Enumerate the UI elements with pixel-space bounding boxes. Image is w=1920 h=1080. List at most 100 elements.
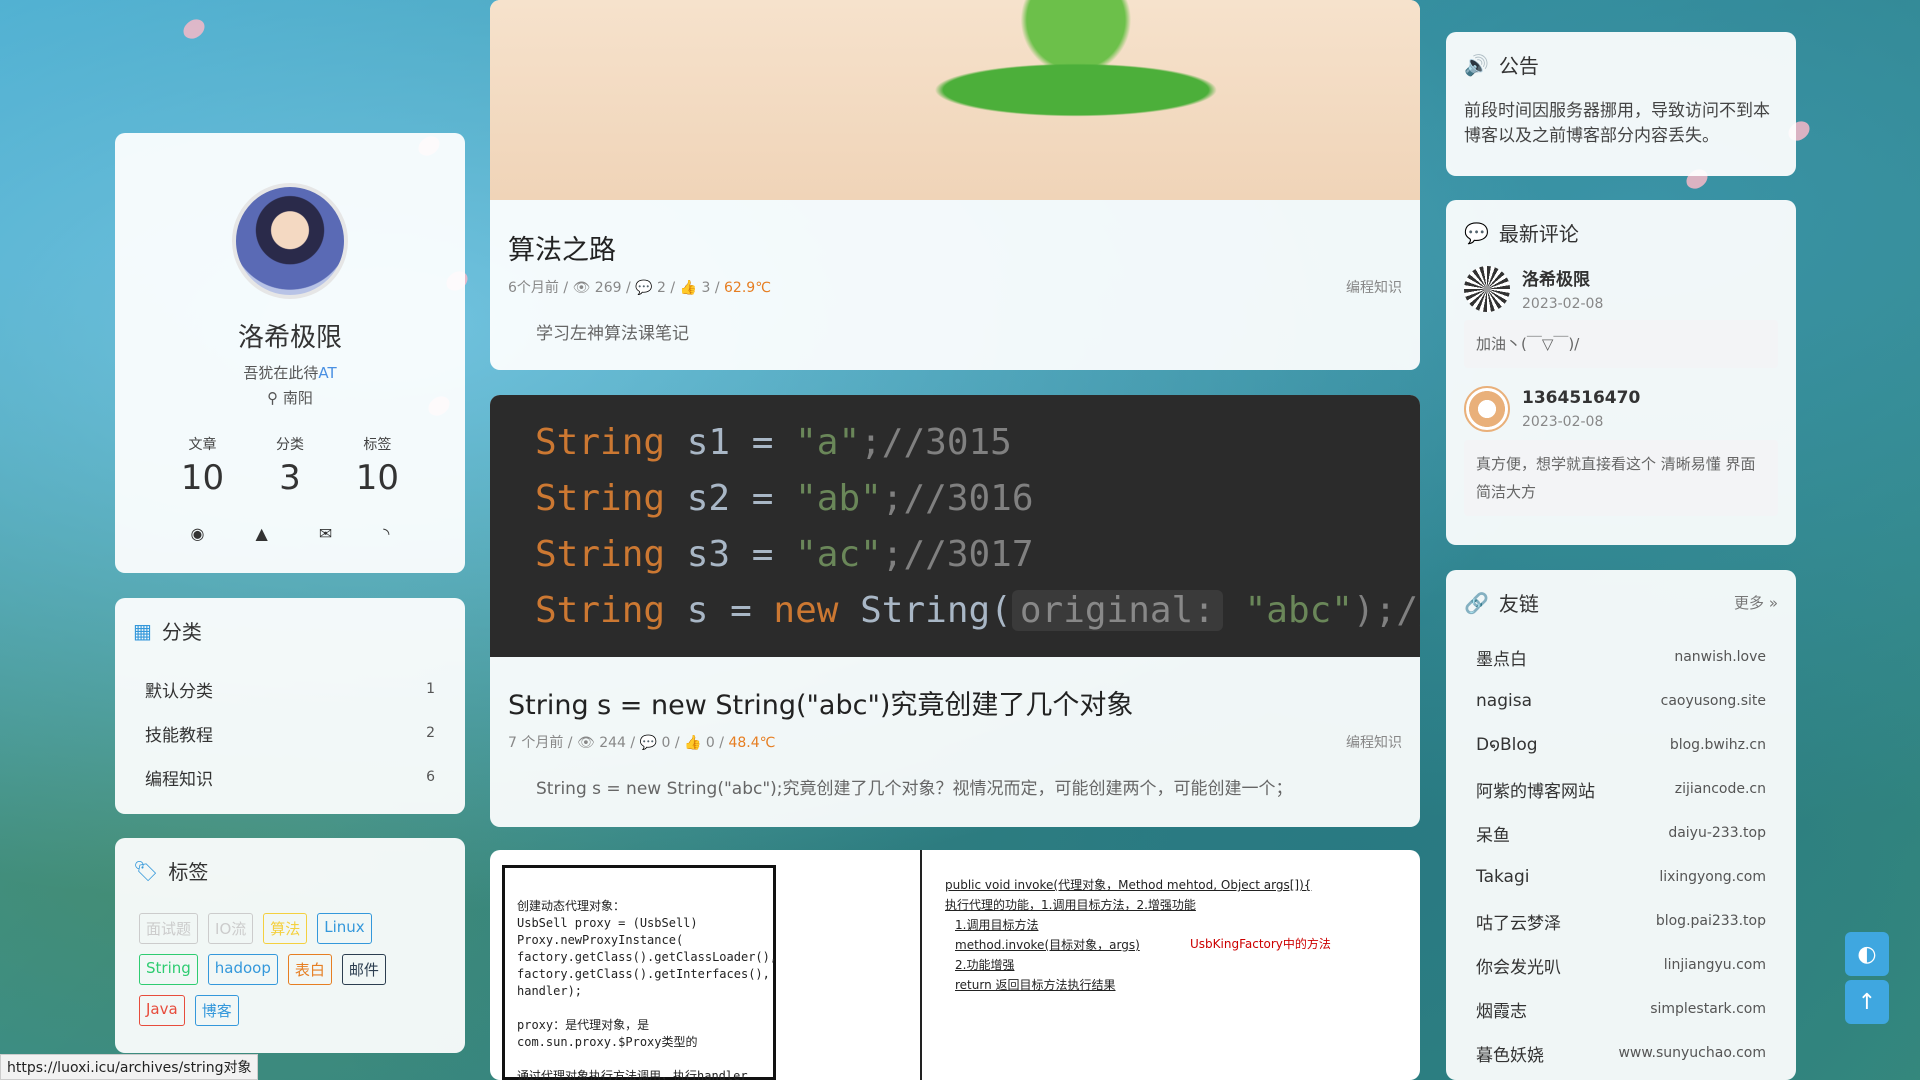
post-card[interactable]: String s1 = "a";//3015 String s2 = "ab";…	[490, 395, 1420, 827]
chat-icon: 💬	[1464, 220, 1489, 245]
diagram-line: factory.getClass().getInterfaces(),	[517, 967, 770, 981]
motto-text: 吾犹在此待	[243, 364, 319, 382]
post-category[interactable]: 编程知识	[1346, 732, 1402, 752]
profile-name: 洛希极限	[237, 323, 342, 353]
link-item[interactable]: 阿紫的博客网站 zijiancode.cn	[1464, 767, 1778, 811]
category-count: 2	[426, 725, 435, 741]
avatar[interactable]	[232, 183, 348, 299]
diagram-line: return 返回目标方法执行结果	[955, 978, 1116, 992]
category-count: 6	[426, 769, 435, 785]
recent-comments-card: 💬 最新评论 洛希极限 2023-02-08 加油丶(￣▽￣)/ 136451647…	[1446, 200, 1796, 545]
link-item[interactable]: 暮色妖娆 www.sunyuchao.com	[1464, 1031, 1778, 1075]
back-to-top-button[interactable]: ↑	[1845, 980, 1889, 1024]
tag-item[interactable]: 邮件	[341, 954, 386, 985]
post-meta: 7 个月前 / 👁 244 / 💬 0 / 👍 0 / 48.4℃ 编程知识	[508, 732, 1402, 752]
category-title-text: 分类	[161, 620, 202, 644]
link-name: 呆鱼	[1476, 825, 1510, 846]
stat-articles[interactable]: 文章 10	[181, 434, 224, 498]
post-cover-diagram[interactable]: 创建动态代理对象： UsbSell proxy = (UsbSell) Proxy.…	[490, 850, 1420, 1080]
github-icon[interactable]: ◉	[191, 524, 205, 543]
tag-item[interactable]: Java	[139, 995, 185, 1026]
post-card[interactable]: 创建动态代理对象： UsbSell proxy = (UsbSell) Proxy.…	[490, 850, 1420, 1080]
comment-icon: 💬	[639, 735, 658, 751]
link-url: nanwish.love	[1674, 649, 1766, 665]
post-title[interactable]: String s = new String("abc")究竟创建了几个对象	[508, 683, 1402, 722]
email-icon[interactable]: ✉	[319, 524, 332, 543]
post-comments: 2	[657, 280, 666, 296]
comment-date: 2023-02-08	[1522, 414, 1604, 430]
tag-item[interactable]: hadoop	[207, 954, 278, 985]
motto-accent: AT	[318, 364, 337, 382]
post-summary: 学习左神算法课笔记	[536, 324, 689, 344]
post-card[interactable]: 算法之路 6个月前 / 👁 269 / 💬 2 / 👍 3 / 62.9℃ 编程…	[490, 0, 1420, 370]
theme-toggle-button[interactable]: ◐	[1845, 932, 1889, 976]
diagram-red-note: UsbKingFactory中的方法	[1190, 937, 1331, 951]
tag-list: 面试题 IO流 算法 Linux String hadoop 表白 邮件 Java 博客	[133, 913, 393, 1026]
post-meta: 6个月前 / 👁 269 / 💬 2 / 👍 3 / 62.9℃ 编程知识	[508, 277, 1402, 297]
diagram-line: 2.功能增强	[955, 958, 1015, 972]
category-item[interactable]: 默认分类 1	[133, 667, 447, 711]
tag-item[interactable]: 博客	[194, 995, 239, 1026]
link-item[interactable]: nagisa caoyusong.site	[1464, 679, 1778, 723]
comments-title: 💬 最新评论	[1464, 218, 1778, 247]
link-item[interactable]: 烟霞志 simplestark.com	[1464, 987, 1778, 1031]
tags-card: 🏷 标签 面试题 IO流 算法 Linux String hadoop 表白 邮件 Java 博客	[115, 838, 465, 1053]
comment-item[interactable]: 1364516470 2023-02-08 真方便，想学就直接看这个 清晰易懂 界…	[1464, 386, 1778, 516]
qq-icon[interactable]: ▲	[255, 524, 267, 543]
category-count: 1	[426, 681, 435, 697]
link-item[interactable]: Takagi lixingyong.com	[1464, 855, 1778, 899]
link-url: www.sunyuchao.com	[1618, 1045, 1766, 1061]
tag-item[interactable]: IO流	[208, 913, 254, 944]
diagram-line: proxy：是代理对象，是com.sun.proxy.$Proxy类型的	[517, 1018, 698, 1049]
post-cover-code[interactable]: String s1 = "a";//3015 String s2 = "ab";…	[490, 395, 1420, 657]
comment-item[interactable]: 洛希极限 2023-02-08 加油丶(￣▽￣)/	[1464, 265, 1778, 368]
speaker-icon: 🔊	[1464, 52, 1489, 77]
notice-card: 🔊 公告 前段时间因服务器挪用，导致访问不到本博客以及之前博客部分内容丢失。	[1446, 32, 1796, 176]
comment-author: 洛希极限	[1522, 270, 1590, 290]
post-title[interactable]: 算法之路	[508, 228, 1402, 267]
more-links-button[interactable]: 更多 »	[1734, 592, 1778, 613]
avatar	[1464, 386, 1510, 432]
link-name: 阿紫的博客网站	[1476, 781, 1595, 802]
post-summary: String s = new String("abc");究竟创建了几个对象？视…	[536, 779, 1293, 799]
link-item[interactable]: D໑Blog blog.bwihz.cn	[1464, 723, 1778, 767]
category-item[interactable]: 技能教程 2	[133, 711, 447, 755]
link-item[interactable]: 咕了云梦泽 blog.pai233.top	[1464, 899, 1778, 943]
link-url: blog.bwihz.cn	[1669, 737, 1766, 753]
post-cover-image[interactable]	[490, 0, 1420, 200]
stat-categories[interactable]: 分类 3	[276, 434, 304, 498]
tag-item[interactable]: 表白	[287, 954, 332, 985]
category-item[interactable]: 编程知识 6	[133, 755, 447, 799]
stat-tags[interactable]: 标签 10	[356, 434, 399, 498]
links-title: 🔗 友链	[1464, 588, 1539, 617]
profile-stats: 文章 10 分类 3 标签 10	[115, 434, 465, 498]
petal-decoration	[180, 14, 208, 44]
link-item[interactable]: 呆鱼 daiyu-233.top	[1464, 811, 1778, 855]
diagram-line: UsbSell proxy = (UsbSell)	[517, 916, 698, 930]
link-list: 墨点白 nanwish.love nagisa caoyusong.site D໑Blo…	[1464, 635, 1778, 1075]
code-line: String s3 = "ac";//3017	[535, 534, 1034, 575]
post-category[interactable]: 编程知识	[1346, 277, 1402, 297]
stat-value: 10	[180, 458, 225, 498]
friend-links-card: 🔗 友链 更多 » 墨点白 nanwish.love nagisa caoyusong.…	[1446, 570, 1796, 1080]
tag-item[interactable]: Linux	[317, 913, 372, 944]
link-url: daiyu-233.top	[1668, 825, 1766, 841]
link-url: linjiangyu.com	[1663, 957, 1766, 973]
category-label: 默认分类	[145, 681, 213, 702]
tags-title-text: 标签	[168, 860, 209, 884]
eye-icon: 👁	[576, 735, 595, 751]
link-name: Takagi	[1476, 867, 1530, 887]
tag-item[interactable]: String	[139, 954, 198, 985]
eye-icon: 👁	[572, 280, 591, 296]
rss-icon[interactable]: ◝	[383, 524, 389, 543]
link-item[interactable]: 你会发光叭 linjiangyu.com	[1464, 943, 1778, 987]
link-url: simplestark.com	[1650, 1001, 1766, 1017]
link-name: 暮色妖娆	[1476, 1045, 1544, 1066]
post-views: 269	[594, 280, 622, 296]
more-label: 更多	[1734, 594, 1765, 612]
link-item[interactable]: 墨点白 nanwish.love	[1464, 635, 1778, 679]
notice-title: 🔊 公告	[1464, 50, 1778, 79]
profile-location: ⚲ 南阳	[115, 387, 465, 408]
tag-item[interactable]: 面试题	[139, 913, 199, 944]
tag-item[interactable]: 算法	[263, 913, 308, 944]
